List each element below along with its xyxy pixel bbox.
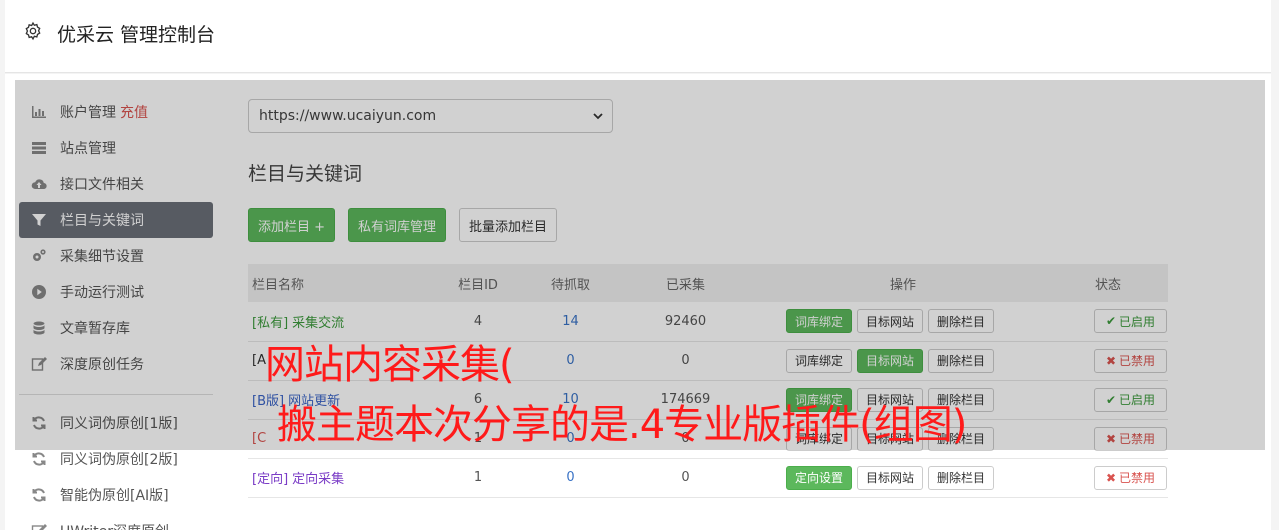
header-status: 状态 xyxy=(1094,277,1121,293)
server-icon xyxy=(31,140,47,156)
action-bar: 添加栏目 + 私有词库管理 批量添加栏目 xyxy=(248,208,1168,242)
column-tag: [C xyxy=(252,431,267,446)
collected-count: 0 xyxy=(681,353,690,368)
target-site-button[interactable]: 目标网站 xyxy=(857,465,924,490)
add-column-button[interactable]: 添加栏目 + xyxy=(248,208,336,242)
column-tag: [定向] xyxy=(252,472,289,487)
column-tag: [私有] xyxy=(252,315,289,331)
sidebar-item-label: 站点管理 xyxy=(60,141,116,157)
status-label: 已启用 xyxy=(1119,393,1156,407)
pending-count[interactable]: 14 xyxy=(528,302,613,341)
sidebar-item-label: 同义词伪原创[2版] xyxy=(60,452,178,468)
sidebar-item-sites[interactable]: 站点管理 xyxy=(19,130,213,166)
delete-column-button[interactable]: 删除栏目 xyxy=(928,309,995,334)
sidebar-item-label: 接口文件相关 xyxy=(60,177,144,193)
table-row: [定向] 定向采集 1 0 0 定向设置 目标网站 删除栏目 ✖ 已禁用 xyxy=(248,458,1168,497)
header-pending: 待抓取 xyxy=(550,277,590,293)
target-site-button[interactable]: 目标网站 xyxy=(857,348,924,373)
close-icon: ✖ xyxy=(1105,470,1117,485)
sidebar-item-label: 采集细节设置 xyxy=(60,249,144,265)
column-name-link[interactable]: [定向] 定向采集 xyxy=(248,458,428,497)
column-name: 采集交流 xyxy=(292,315,345,331)
sidebar-item-collection-settings[interactable]: 采集细节设置 xyxy=(19,238,213,274)
section-title: 栏目与关键词 xyxy=(248,163,363,185)
page-title: 优采云 管理控制台 xyxy=(57,24,216,46)
close-icon: ✖ xyxy=(1105,353,1117,368)
status-toggle[interactable]: ✖ 已禁用 xyxy=(1094,465,1167,490)
edit-icon xyxy=(31,523,47,530)
sidebar-item-account[interactable]: 账户管理 充值 xyxy=(19,94,213,130)
check-icon: ✔ xyxy=(1105,392,1117,407)
sidebar-item-label: 同义词伪原创[1版] xyxy=(60,416,178,432)
sidebar-item-synonym-v2[interactable]: 同义词伪原创[2版] xyxy=(19,441,213,477)
header-id: 栏目ID xyxy=(458,277,498,293)
sidebar-item-label: 账户管理 xyxy=(60,105,116,121)
sidebar-item-deep-original[interactable]: 深度原创任务 xyxy=(19,346,213,382)
status-toggle[interactable]: ✖ 已禁用 xyxy=(1094,348,1167,373)
column-tag: [A xyxy=(252,353,266,368)
database-icon xyxy=(31,320,47,336)
refresh-icon xyxy=(31,451,47,467)
private-lib-button[interactable]: 私有词库管理 xyxy=(348,208,447,242)
header-collected: 已采集 xyxy=(665,277,705,293)
delete-column-button[interactable]: 删除栏目 xyxy=(928,348,995,373)
sidebar-item-label: 栏目与关键词 xyxy=(60,213,144,229)
sidebar-item-label: UWriter深度原创 xyxy=(60,521,169,530)
collected-count: 92460 xyxy=(664,313,707,329)
bar-chart-icon xyxy=(31,104,47,120)
play-icon xyxy=(31,284,47,300)
edit-icon xyxy=(31,356,47,372)
status-toggle[interactable]: ✔ 已启用 xyxy=(1094,387,1167,412)
watermark-line-2: 搬主题本次分享的是.4专业版插件(组图) xyxy=(277,402,967,448)
sidebar-item-label: 智能伪原创[AI版] xyxy=(60,488,169,504)
close-icon: ✖ xyxy=(1105,431,1117,446)
bind-lib-button[interactable]: 词库绑定 xyxy=(786,348,853,373)
cloud-upload-icon xyxy=(31,176,47,192)
top-header: 优采云 管理控制台 xyxy=(5,0,1271,73)
status-toggle[interactable]: ✖ 已禁用 xyxy=(1094,426,1167,451)
target-site-button[interactable]: 目标网站 xyxy=(857,309,924,334)
sidebar-item-uwriter[interactable]: UWriter深度原创 xyxy=(19,513,213,530)
site-select-value: https://www.ucaiyun.com xyxy=(259,108,437,124)
refresh-icon xyxy=(31,415,47,431)
chevron-down-icon xyxy=(593,113,603,120)
watermark-line-1: 网站内容采集( xyxy=(265,342,515,388)
status-label: 已启用 xyxy=(1119,314,1156,329)
pending-count[interactable]: 0 xyxy=(528,458,613,497)
sidebar-item-columns-keywords[interactable]: 栏目与关键词 xyxy=(19,202,213,238)
sidebar-item-article-store[interactable]: 文章暂存库 xyxy=(19,310,213,346)
sidebar-item-synonym-v1[interactable]: 同义词伪原创[1版] xyxy=(19,405,213,441)
sidebar-divider xyxy=(19,394,213,395)
delete-column-button[interactable]: 删除栏目 xyxy=(928,465,995,490)
bind-lib-button[interactable]: 词库绑定 xyxy=(786,309,853,334)
directed-settings-button[interactable]: 定向设置 xyxy=(786,465,853,490)
header-name: 栏目名称 xyxy=(252,277,305,293)
pending-count[interactable]: 0 xyxy=(528,341,613,380)
sidebar-item-label: 手动运行测试 xyxy=(60,285,144,301)
sidebar-item-interface-files[interactable]: 接口文件相关 xyxy=(19,166,213,202)
batch-add-button[interactable]: 批量添加栏目 xyxy=(459,208,558,242)
table-header: 栏目名称 栏目ID 待抓取 已采集 操作 状态 xyxy=(248,264,1168,302)
collected-count: 0 xyxy=(681,470,690,485)
status-label: 已禁用 xyxy=(1119,471,1156,485)
cogs-icon xyxy=(31,248,47,264)
sidebar-item-label: 文章暂存库 xyxy=(60,321,130,337)
check-icon: ✔ xyxy=(1105,314,1117,329)
status-toggle[interactable]: ✔ 已启用 xyxy=(1094,309,1167,334)
column-id: 1 xyxy=(473,470,483,485)
sidebar-item-manual-run[interactable]: 手动运行测试 xyxy=(19,274,213,310)
header-actions: 操作 xyxy=(889,277,916,293)
status-label: 已禁用 xyxy=(1119,432,1156,446)
recharge-link[interactable]: 充值 xyxy=(120,102,148,122)
gear-icon xyxy=(25,21,41,41)
sidebar-item-ai-original[interactable]: 智能伪原创[AI版] xyxy=(19,477,213,513)
sidebar-item-label: 深度原创任务 xyxy=(60,357,144,373)
filter-icon xyxy=(31,212,47,228)
sidebar: 账户管理 充值 站点管理 接口文件相关 栏目与关键词 采集细节设置 手动运行测试… xyxy=(19,94,213,530)
site-select[interactable]: https://www.ucaiyun.com xyxy=(248,99,613,133)
refresh-icon xyxy=(31,487,47,503)
status-label: 已禁用 xyxy=(1119,354,1156,368)
column-name: 定向采集 xyxy=(292,472,345,487)
